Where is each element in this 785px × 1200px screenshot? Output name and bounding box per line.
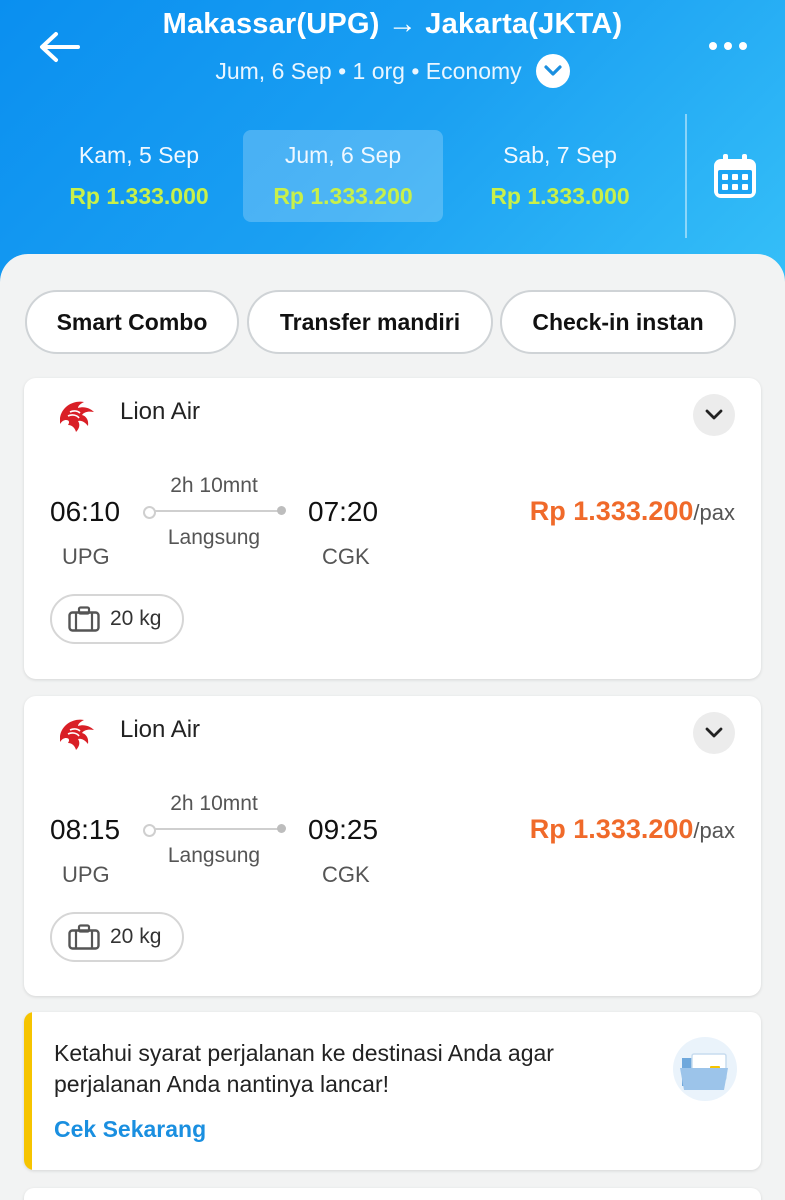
departure-time: 06:10 bbox=[50, 496, 121, 527]
filter-transfer-mandiri[interactable]: Transfer mandiri bbox=[247, 290, 493, 354]
baggage-allowance: 20 kg bbox=[110, 607, 162, 630]
price-value: Rp 1.333.200 bbox=[529, 814, 694, 844]
arrival-airport: CGK bbox=[322, 862, 370, 887]
expand-button[interactable] bbox=[693, 394, 735, 436]
filter-smart-combo[interactable]: Smart Combo bbox=[25, 290, 239, 354]
more-options-button[interactable] bbox=[700, 28, 756, 64]
chevron-down-icon[interactable] bbox=[535, 54, 570, 88]
price-value: Rp 1.333.200 bbox=[529, 496, 694, 526]
route-title: Makassar(UPG) → Jakarta(JKTA) bbox=[162, 8, 623, 40]
date-label: Jum, 6 Sep bbox=[284, 142, 402, 168]
airline-name: Lion Air bbox=[120, 716, 201, 743]
travel-requirements-card: Ketahui syarat perjalanan ke destinasi A… bbox=[24, 1012, 761, 1170]
chevron-down-icon bbox=[705, 727, 723, 738]
chevron-down-icon bbox=[705, 409, 723, 420]
date-divider bbox=[685, 114, 687, 238]
lion-air-logo bbox=[60, 719, 94, 750]
folder-icon bbox=[673, 1037, 737, 1101]
route-line bbox=[143, 824, 286, 837]
departure-airport: UPG bbox=[62, 862, 110, 887]
baggage-allowance: 20 kg bbox=[110, 925, 162, 948]
flight-stops: Langsung bbox=[167, 526, 261, 549]
cek-sekarang-link[interactable]: Cek Sekarang bbox=[54, 1116, 206, 1143]
date-tab-jum-6-sep[interactable]: Jum, 6 Sep Rp 1.333.200 bbox=[243, 130, 443, 222]
baggage-badge: 20 kg bbox=[50, 912, 184, 962]
date-tab-kam-5-sep[interactable]: Kam, 5 Sep Rp 1.333.000 bbox=[39, 130, 239, 222]
flight-duration: 2h 10mnt bbox=[170, 792, 258, 815]
suitcase-icon bbox=[68, 606, 100, 632]
flight-duration: 2h 10mnt bbox=[170, 474, 258, 497]
departure-time: 08:15 bbox=[50, 814, 121, 845]
flight-stops: Langsung bbox=[167, 844, 261, 867]
info-accent-bar bbox=[24, 1012, 32, 1170]
flight-card[interactable]: Lion Air 06:10 UPG 2h 10mnt Langsung 07:… bbox=[24, 378, 761, 679]
route-line bbox=[143, 506, 286, 519]
calendar-icon bbox=[714, 154, 756, 198]
date-tab-sab-7-sep[interactable]: Sab, 7 Sep Rp 1.333.000 bbox=[460, 130, 660, 222]
more-dots-icon bbox=[709, 42, 747, 50]
search-summary-text: Jum, 6 Sep • 1 org • Economy bbox=[215, 57, 522, 84]
date-price: Rp 1.333.000 bbox=[490, 183, 630, 209]
price-unit: /pax bbox=[693, 500, 735, 525]
price-unit: /pax bbox=[693, 818, 735, 843]
expand-button[interactable] bbox=[693, 712, 735, 754]
info-text: Ketahui syarat perjalanan ke destinasi A… bbox=[54, 1040, 554, 1097]
suitcase-icon bbox=[68, 924, 100, 950]
date-price: Rp 1.333.000 bbox=[69, 183, 209, 209]
flight-price: Rp 1.333.200/pax bbox=[530, 496, 735, 527]
arrival-time: 07:20 bbox=[308, 496, 379, 527]
date-label: Sab, 7 Sep bbox=[503, 142, 617, 168]
departure-airport: UPG bbox=[62, 544, 110, 569]
date-label: Kam, 5 Sep bbox=[78, 142, 200, 168]
arrival-airport: CGK bbox=[322, 544, 370, 569]
arrival-time: 09:25 bbox=[308, 814, 379, 845]
lion-air-logo bbox=[60, 401, 94, 432]
flight-price: Rp 1.333.200/pax bbox=[530, 814, 735, 845]
baggage-badge: 20 kg bbox=[50, 594, 184, 644]
search-summary[interactable]: Jum, 6 Sep • 1 org • Economy bbox=[0, 54, 785, 88]
filter-check-in-instan[interactable]: Check-in instan bbox=[500, 290, 736, 354]
airline-name: Lion Air bbox=[120, 398, 201, 425]
flight-card[interactable]: Lion Air 08:15 UPG 2h 10mnt Langsung 09:… bbox=[24, 696, 761, 996]
date-price: Rp 1.333.200 bbox=[273, 183, 413, 209]
calendar-button[interactable] bbox=[712, 152, 758, 200]
next-card bbox=[24, 1188, 761, 1200]
